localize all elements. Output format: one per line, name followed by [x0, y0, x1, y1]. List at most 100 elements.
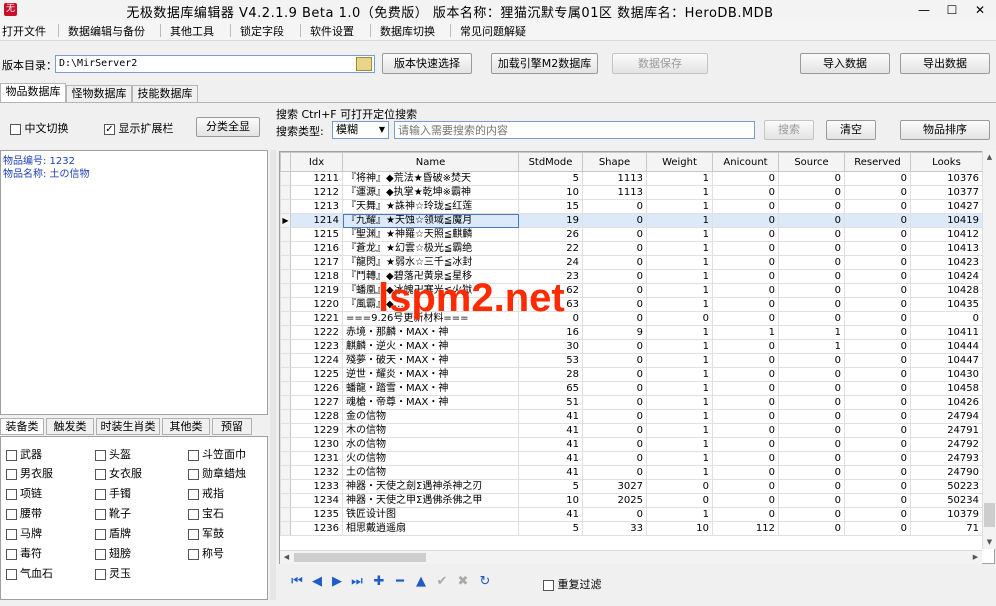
table-cell[interactable]: 1: [646, 283, 713, 298]
table-cell[interactable]: 0: [844, 423, 911, 438]
table-cell[interactable]: 10458: [910, 381, 983, 396]
dedupe-checkbox[interactable]: [543, 579, 554, 591]
tab-reserved[interactable]: 预留: [212, 418, 252, 435]
category-checkbox[interactable]: 军鼓: [188, 525, 224, 541]
table-cell[interactable]: 0: [844, 185, 911, 200]
table-cell[interactable]: 麒麟・逆火・MAX・神: [342, 339, 519, 354]
table-cell[interactable]: 1217: [290, 255, 343, 270]
table-cell[interactable]: 1229: [290, 423, 343, 438]
table-cell[interactable]: 41: [518, 423, 583, 438]
save-data-button[interactable]: 数据保存: [612, 53, 708, 74]
current-row-indicator-icon[interactable]: ▶: [280, 213, 291, 228]
table-cell[interactable]: 1: [646, 213, 713, 228]
tab-equipment[interactable]: 装备类: [0, 418, 44, 435]
table-cell[interactable]: 1: [778, 339, 845, 354]
table-cell[interactable]: 0: [712, 395, 779, 410]
table-cell[interactable]: 1: [646, 255, 713, 270]
table-cell[interactable]: 10427: [910, 199, 983, 214]
table-cell[interactable]: 金の信物: [342, 409, 519, 424]
last-icon[interactable]: ⏭: [349, 574, 365, 590]
table-cell[interactable]: 木の信物: [342, 423, 519, 438]
close-button[interactable]: ✕: [966, 0, 994, 20]
table-cell[interactable]: 『将神』◆荒法★昏破※焚天: [342, 171, 519, 186]
category-checkbox[interactable]: 戒指: [188, 485, 224, 501]
table-cell[interactable]: 0: [778, 241, 845, 256]
table-cell[interactable]: 0: [712, 255, 779, 270]
row-indicator[interactable]: [280, 409, 291, 424]
row-indicator[interactable]: [280, 521, 291, 536]
category-checkbox[interactable]: 男衣服: [6, 465, 53, 481]
table-cell[interactable]: 0: [712, 465, 779, 480]
table-cell[interactable]: 0: [582, 409, 647, 424]
table-cell[interactable]: 19: [518, 213, 583, 228]
table-cell[interactable]: 1: [646, 241, 713, 256]
table-cell[interactable]: 0: [844, 409, 911, 424]
table-cell[interactable]: 1223: [290, 339, 343, 354]
table-cell[interactable]: 0: [712, 241, 779, 256]
table-cell[interactable]: 10412: [910, 227, 983, 242]
category-checkbox[interactable]: 称号: [188, 545, 224, 561]
table-cell[interactable]: 10428: [910, 283, 983, 298]
category-checkbox[interactable]: 头盔: [95, 446, 131, 462]
table-cell[interactable]: 22: [518, 241, 583, 256]
table-cell[interactable]: 0: [844, 283, 911, 298]
column-header[interactable]: StdMode: [518, 152, 583, 172]
table-cell[interactable]: 0: [844, 325, 911, 340]
table-cell[interactable]: 火の信物: [342, 451, 519, 466]
table-cell[interactable]: 1227: [290, 395, 343, 410]
table-cell[interactable]: 0: [844, 479, 911, 494]
menu-data-edit[interactable]: 数据编辑与备份: [68, 23, 145, 39]
row-indicator[interactable]: [280, 367, 291, 382]
table-cell[interactable]: 0: [844, 311, 911, 326]
table-cell[interactable]: 1226: [290, 381, 343, 396]
table-cell[interactable]: 0: [778, 381, 845, 396]
table-row[interactable]: 1227 魂槍・帝尊・MAX・神 51 0 1 0 0 0 10426: [280, 395, 983, 410]
table-row[interactable]: 1234 神器・天使之甲Σ遇佛杀佛之甲 10 2025 0 0 0 0 50234: [280, 493, 983, 508]
table-cell[interactable]: 『蒼龙』★幻雲☆极光≦霸绝: [342, 241, 519, 256]
table-cell[interactable]: 1: [646, 297, 713, 312]
table-cell[interactable]: 0: [712, 479, 779, 494]
next-icon[interactable]: ▶: [329, 574, 345, 590]
category-checkbox[interactable]: 靴子: [95, 505, 131, 521]
table-row[interactable]: 1223 麒麟・逆火・MAX・神 30 0 1 0 1 0 10444: [280, 339, 983, 354]
table-row[interactable]: 1233 神器・天使之劍Σ遇神杀神之刃 5 3027 0 0 0 0 50223: [280, 479, 983, 494]
row-indicator[interactable]: [280, 283, 291, 298]
scroll-up-icon[interactable]: ▲: [983, 151, 996, 164]
table-row[interactable]: 1212 『運源』◆执掌★乾坤※霸神 10 1113 1 0 0 0 10377: [280, 185, 983, 200]
table-cell[interactable]: 0: [778, 297, 845, 312]
table-cell[interactable]: 魂槍・帝尊・MAX・神: [342, 395, 519, 410]
table-cell[interactable]: 0: [712, 227, 779, 242]
table-cell[interactable]: 0: [582, 199, 647, 214]
category-checkbox[interactable]: 马牌: [6, 525, 42, 541]
table-cell[interactable]: 1: [646, 185, 713, 200]
table-cell[interactable]: 10: [518, 185, 583, 200]
table-cell[interactable]: 1: [646, 395, 713, 410]
table-cell[interactable]: 1: [646, 409, 713, 424]
table-cell[interactable]: 『運源』◆执掌★乾坤※霸神: [342, 185, 519, 200]
table-cell[interactable]: 30: [518, 339, 583, 354]
table-cell[interactable]: 10377: [910, 185, 983, 200]
row-indicator[interactable]: [280, 381, 291, 396]
scroll-left-icon[interactable]: ◀: [280, 551, 293, 564]
first-icon[interactable]: ⏮: [289, 574, 305, 590]
table-cell[interactable]: 0: [582, 381, 647, 396]
table-cell[interactable]: 0: [844, 465, 911, 480]
table-cell[interactable]: 1212: [290, 185, 343, 200]
table-cell[interactable]: 1230: [290, 437, 343, 452]
table-row[interactable]: 1231 火の信物 41 0 1 0 0 0 24793: [280, 451, 983, 466]
table-cell[interactable]: 1220: [290, 297, 343, 312]
table-cell[interactable]: 16: [518, 325, 583, 340]
load-m2-db-button[interactable]: 加载引擎M2数据库: [491, 53, 598, 74]
row-indicator[interactable]: [280, 185, 291, 200]
dedupe-filter[interactable]: 重复过滤: [543, 576, 602, 592]
table-cell[interactable]: 神器・天使之甲Σ遇佛杀佛之甲: [342, 493, 519, 508]
table-cell[interactable]: 0: [646, 493, 713, 508]
category-checkbox[interactable]: 勋章蜡烛: [188, 465, 246, 481]
table-cell[interactable]: 0: [778, 283, 845, 298]
table-cell[interactable]: 『聖渊』★神羅☆天照≦麒麟: [342, 227, 519, 242]
menu-other-tools[interactable]: 其他工具: [170, 23, 214, 39]
table-cell[interactable]: 65: [518, 381, 583, 396]
folder-icon[interactable]: [356, 57, 372, 71]
cancel-icon[interactable]: ✖: [455, 574, 471, 590]
tab-items[interactable]: 物品数据库: [0, 83, 66, 102]
